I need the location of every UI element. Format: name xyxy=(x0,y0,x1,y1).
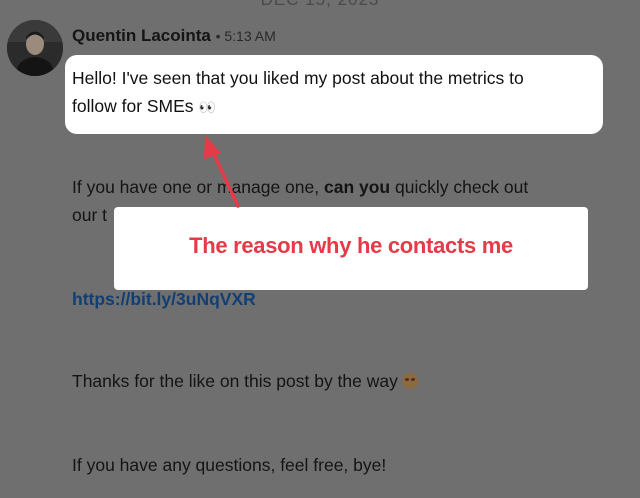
eyes-emoji-icon: 👀 xyxy=(198,99,216,115)
highlighted-line-2: follow for SMEs xyxy=(72,96,194,116)
highlighted-message-text: Hello! I've seen that you liked my post … xyxy=(72,64,602,121)
highlighted-line-1: Hello! I've seen that you liked my post … xyxy=(72,68,524,88)
sender-name[interactable]: Quentin Lacointa xyxy=(72,26,211,45)
paragraph-2-text-a: If you have one or manage one, xyxy=(72,177,324,197)
avatar[interactable] xyxy=(7,20,63,76)
annotation-text: The reason why he contacts me xyxy=(189,233,513,258)
avatar-photo xyxy=(7,20,63,76)
paragraph-2-bold: can you xyxy=(323,177,391,197)
paragraph-2-line-2: our t xyxy=(72,205,108,225)
message-paragraph-4: Thanks for the like on this post by the … xyxy=(72,367,418,395)
date-separator: DEC 15, 2023 xyxy=(0,0,640,10)
message-header: Quentin Lacointa • 5:13 AM xyxy=(72,26,276,46)
paragraph-4-text: Thanks for the like on this post by the … xyxy=(72,371,398,391)
paragraph-2-text-b: quickly check out xyxy=(390,177,529,197)
message-paragraph-5: If you have any questions, feel free, by… xyxy=(72,455,387,475)
annotation-box: The reason why he contacts me xyxy=(114,207,588,290)
highlighted-message-box: Hello! I've seen that you liked my post … xyxy=(65,55,603,134)
message-timestamp: 5:13 AM xyxy=(224,28,276,44)
header-separator: • xyxy=(215,28,221,44)
smiling-face-with-heart-eyes-icon xyxy=(401,373,418,389)
